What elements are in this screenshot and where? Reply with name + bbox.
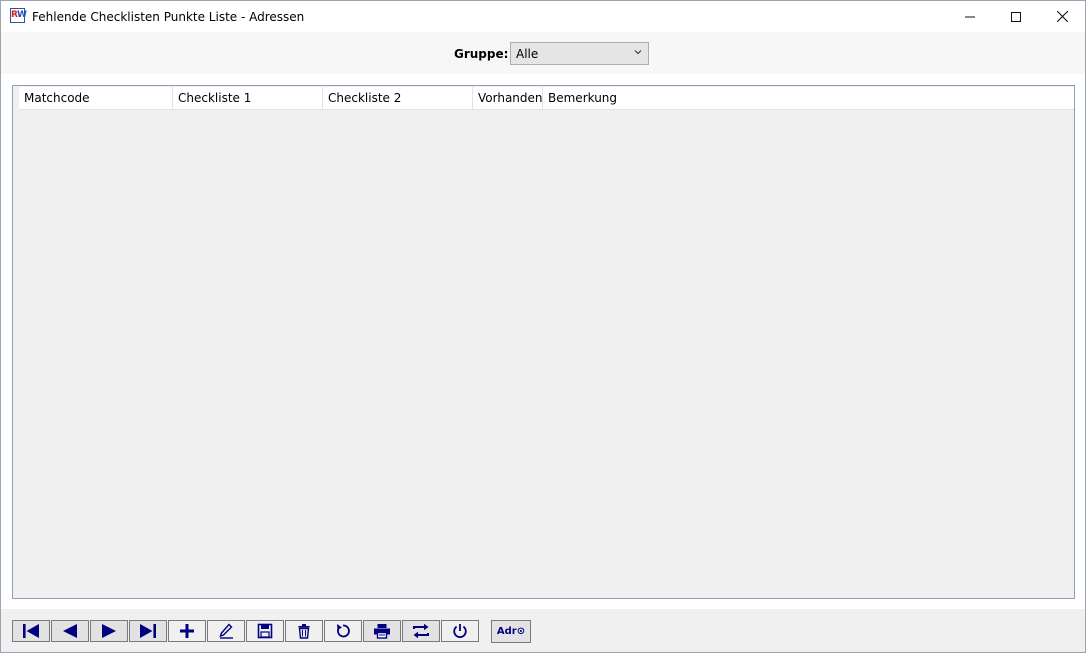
plus-icon — [180, 624, 194, 638]
pencil-icon — [219, 623, 233, 639]
minimize-icon — [965, 16, 975, 17]
bottom-toolbar: Adr⊙ — [1, 609, 1085, 652]
column-header-matchcode[interactable]: Matchcode — [19, 87, 173, 109]
refresh-button[interactable] — [324, 620, 362, 642]
first-record-icon — [23, 624, 39, 638]
floppy-disk-icon — [257, 623, 273, 639]
previous-record-icon — [63, 624, 77, 638]
close-button[interactable] — [1039, 1, 1085, 32]
print-button[interactable] — [363, 620, 401, 642]
swap-arrows-icon — [413, 623, 429, 639]
column-header-checkliste-1[interactable]: Checkliste 1 — [173, 87, 323, 109]
minimize-button[interactable] — [947, 1, 993, 32]
window-title: Fehlende Checklisten Punkte Liste - Adre… — [32, 10, 305, 24]
exit-button[interactable] — [441, 620, 479, 642]
gruppe-selected-value: Alle — [516, 47, 539, 61]
trash-icon — [298, 624, 310, 639]
save-button[interactable] — [246, 620, 284, 642]
grid-panel: Matchcode Checkliste 1 Checkliste 2 Vorh… — [1, 74, 1085, 609]
column-header-vorhanden[interactable]: Vorhanden — [473, 87, 543, 109]
gruppe-label: Gruppe: — [454, 47, 509, 61]
last-record-button[interactable] — [129, 620, 167, 642]
filter-bar: Gruppe: Alle — [1, 32, 1085, 74]
maximize-button[interactable] — [993, 1, 1039, 32]
grid-header: Matchcode Checkliste 1 Checkliste 2 Vorh… — [19, 87, 1074, 110]
swap-button[interactable] — [402, 620, 440, 642]
first-record-button[interactable] — [12, 620, 50, 642]
data-grid[interactable]: Matchcode Checkliste 1 Checkliste 2 Vorh… — [12, 85, 1075, 599]
chevron-down-icon — [634, 50, 642, 55]
column-header-bemerkung[interactable]: Bemerkung — [543, 87, 653, 109]
toolbar-button-group — [12, 620, 480, 644]
gruppe-select[interactable]: Alle — [510, 42, 649, 65]
title-bar[interactable]: RW Fehlende Checklisten Punkte Liste - A… — [1, 1, 1085, 32]
refresh-icon — [337, 624, 350, 638]
printer-icon — [374, 624, 390, 639]
app-logo-icon: RW — [10, 8, 27, 23]
app-window: RW Fehlende Checklisten Punkte Liste - A… — [0, 0, 1086, 653]
edit-button[interactable] — [207, 620, 245, 642]
previous-record-button[interactable] — [51, 620, 89, 642]
column-header-checkliste-2[interactable]: Checkliste 2 — [323, 87, 473, 109]
last-record-icon — [140, 624, 156, 638]
close-icon — [1056, 11, 1068, 22]
next-record-icon — [102, 624, 116, 638]
add-button[interactable] — [168, 620, 206, 642]
power-icon — [453, 624, 467, 638]
adr-button[interactable]: Adr⊙ — [491, 620, 531, 643]
delete-button[interactable] — [285, 620, 323, 642]
next-record-button[interactable] — [90, 620, 128, 642]
maximize-icon — [1011, 11, 1021, 22]
